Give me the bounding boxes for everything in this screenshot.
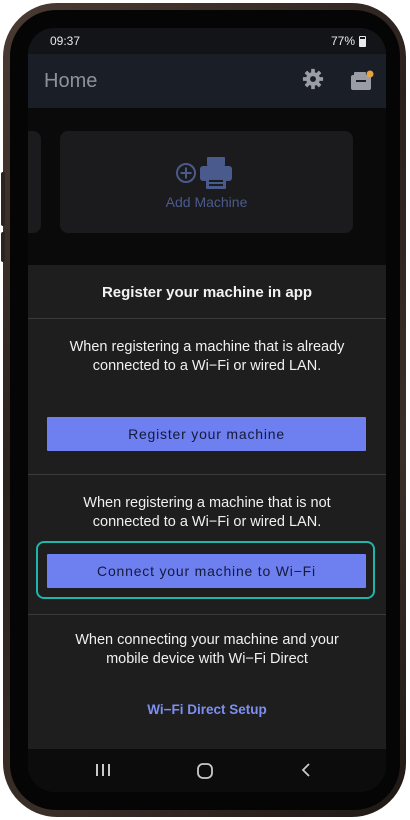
phone-screen: 09:37 77% Home Add Machine Register your…: [28, 28, 386, 792]
system-nav-bar: [28, 749, 386, 792]
wifi-direct-description: When connecting your machine and your mo…: [75, 632, 339, 667]
register-description: When registering a machine that is alrea…: [69, 339, 345, 374]
connect-wifi-button[interactable]: Connect your machine to Wi−Fi: [47, 554, 366, 588]
page-title: Home: [44, 70, 98, 92]
inbox-icon[interactable]: [350, 70, 374, 97]
sheet-title: Register your machine in app: [101, 284, 313, 301]
battery-icon: [359, 35, 366, 47]
register-bottom-sheet: Register your machine in app When regist…: [28, 265, 386, 749]
recent-apps-icon[interactable]: [94, 762, 112, 783]
wifi-direct-setup-link[interactable]: Wi−Fi Direct Setup: [28, 702, 386, 717]
machine-card[interactable]: [28, 131, 41, 233]
status-bar: 09:37 77%: [28, 28, 386, 54]
add-printer-icon: [176, 156, 238, 195]
divider: [28, 614, 386, 615]
phone-side-button: [1, 172, 5, 226]
back-icon[interactable]: [299, 762, 313, 783]
divider: [28, 474, 386, 475]
battery-indicator: 77%: [331, 34, 366, 48]
register-machine-button[interactable]: Register your machine: [47, 417, 366, 451]
settings-icon[interactable]: [302, 68, 324, 95]
app-bar: Home: [28, 54, 386, 108]
add-machine-label: Add Machine: [165, 194, 248, 210]
status-time: 09:37: [50, 34, 81, 48]
divider: [28, 318, 386, 319]
connect-description: When registering a machine that is not c…: [83, 495, 331, 530]
battery-level: 77%: [330, 34, 355, 48]
notification-badge: [366, 70, 374, 78]
phone-side-button: [1, 232, 5, 262]
home-icon[interactable]: [196, 763, 214, 784]
